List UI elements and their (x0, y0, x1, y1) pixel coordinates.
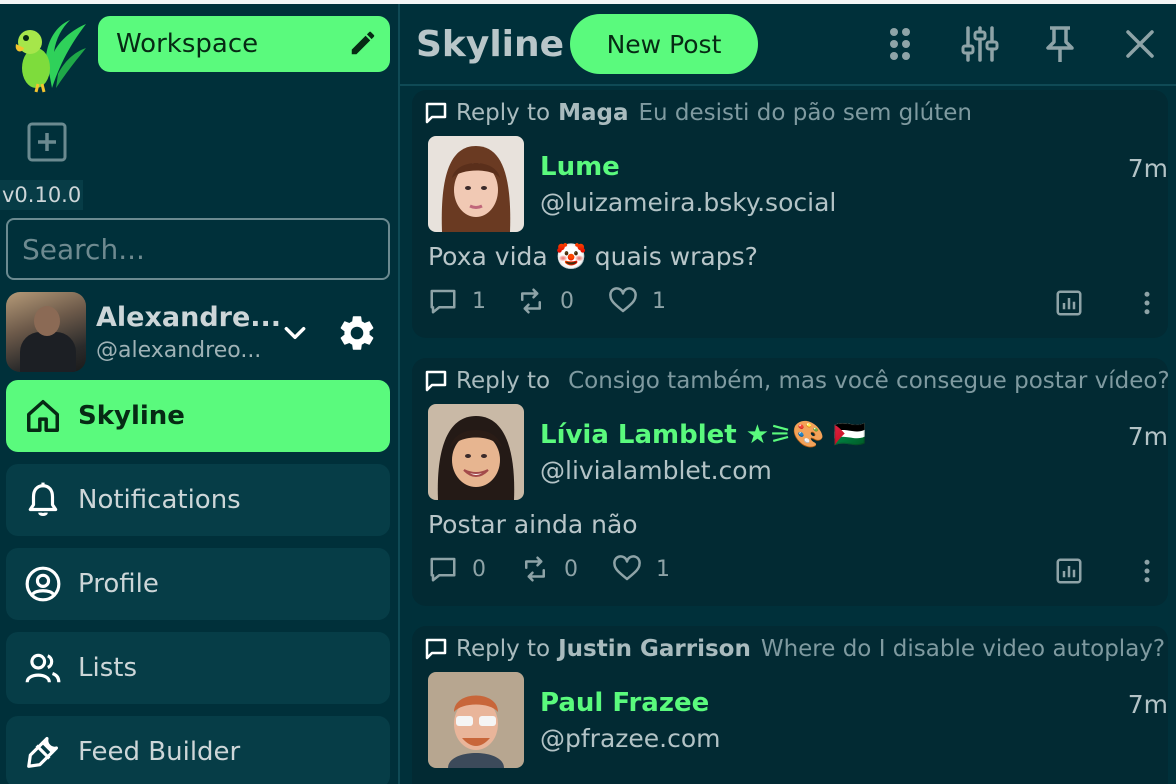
post-author-handle[interactable]: @luizameira.bsky.social (540, 188, 836, 217)
like-button[interactable]: 1 (608, 286, 666, 316)
home-icon (27, 400, 59, 432)
reply-prefix: Reply to (456, 636, 551, 662)
reply-icon (430, 289, 456, 314)
column-header: Skyline New Post (400, 4, 1176, 84)
reply-prefix: Reply to (456, 100, 551, 126)
sidebar-item-label: Lists (78, 653, 137, 683)
post-card[interactable]: Reply to Justin Garrison Where do I disa… (412, 626, 1168, 784)
reply-context[interactable]: Reply to Maga Eu desisti do pão sem glút… (424, 100, 972, 126)
repost-count: 0 (560, 288, 574, 314)
workspace-label: Workspace (116, 29, 259, 59)
sidebar: Workspace v0.10.0 Alexandre... @alexandr… (0, 4, 398, 784)
sidebar-item-label: Notifications (78, 485, 241, 515)
reply-count: 0 (472, 556, 486, 582)
reply-target-name: Maga (558, 100, 629, 126)
post-timestamp: 7m (1127, 690, 1168, 719)
post-author-handle[interactable]: @livialamblet.com (540, 456, 772, 485)
account-handle: @alexandreo... (96, 338, 262, 363)
post-text: Postar ainda não (428, 510, 638, 539)
reply-context[interactable]: Reply to Justin Garrison Where do I disa… (424, 636, 1165, 662)
stats-icon[interactable] (1054, 556, 1084, 586)
bell-icon (28, 482, 58, 517)
like-button[interactable]: 1 (612, 554, 670, 584)
post-actions: 0 0 1 (428, 554, 1168, 590)
users-icon (25, 653, 61, 683)
sidebar-item-label: Skyline (78, 401, 185, 431)
grid-dots-icon[interactable] (880, 24, 920, 64)
skyline-column: Skyline New Post Reply to Maga Eu desist… (400, 4, 1176, 784)
post-author-name[interactable]: Paul Frazee (540, 688, 709, 718)
post-author-name[interactable]: Lívia Lamblet ★⚞🎨 🇵🇸 (540, 420, 866, 450)
reply-bubble-icon (425, 638, 447, 660)
parrot-logo-icon (15, 20, 86, 93)
pin-icon[interactable] (1040, 24, 1080, 64)
reply-context[interactable]: Reply to Consigo também, mas você conseg… (424, 368, 1170, 394)
avatar[interactable] (428, 672, 524, 768)
heart-icon (609, 287, 637, 313)
chevron-down-icon[interactable] (282, 320, 308, 346)
sidebar-item-lists[interactable]: Lists (6, 632, 390, 704)
post-card[interactable]: Reply to Consigo também, mas você conseg… (412, 358, 1170, 606)
user-circle-icon (25, 566, 61, 602)
heart-icon (613, 555, 641, 581)
search-input[interactable] (6, 218, 390, 280)
reply-prefix: Reply to (456, 368, 551, 394)
reply-target-name: Justin Garrison (558, 636, 751, 662)
reply-button[interactable]: 1 (428, 286, 486, 316)
post-timestamp: 7m (1127, 154, 1168, 183)
reply-icon (430, 557, 456, 582)
sidebar-item-feed-builder[interactable]: Feed Builder (6, 716, 390, 784)
workspace-button[interactable]: Workspace (98, 16, 390, 72)
repost-button[interactable]: 0 (520, 554, 578, 584)
like-count: 1 (656, 556, 670, 582)
reply-target-text: Eu desisti do pão sem glúten (638, 100, 972, 126)
post-card[interactable]: Reply to Maga Eu desisti do pão sem glút… (412, 90, 1168, 338)
more-options-icon[interactable] (1132, 288, 1162, 318)
post-actions: 1 0 1 (428, 286, 1168, 322)
more-options-icon[interactable] (1132, 556, 1162, 586)
like-count: 1 (652, 288, 666, 314)
add-column-icon[interactable] (26, 121, 68, 163)
post-timestamp: 7m (1127, 422, 1168, 451)
header-divider (400, 84, 1176, 86)
post-text: Poxa vida 🤡 quais wraps? (428, 242, 758, 271)
sidebar-item-notifications[interactable]: Notifications (6, 464, 390, 536)
reply-button[interactable]: 0 (428, 554, 486, 584)
repost-icon (525, 556, 545, 582)
new-post-button[interactable]: New Post (570, 14, 758, 74)
repost-icon (521, 288, 541, 314)
reply-target-text: Where do I disable video autoplay? (760, 636, 1166, 662)
tools-icon (27, 736, 59, 768)
avatar[interactable] (428, 404, 524, 500)
pencil-icon (351, 31, 375, 55)
repost-button[interactable]: 0 (516, 286, 574, 316)
stats-icon[interactable] (1054, 288, 1084, 318)
sidebar-item-label: Profile (78, 569, 159, 599)
avatar[interactable] (428, 136, 524, 232)
sidebar-item-profile[interactable]: Profile (6, 548, 390, 620)
post-author-name[interactable]: Lume (540, 152, 620, 182)
close-icon[interactable] (1120, 24, 1160, 64)
account-name: Alexandre... (96, 302, 282, 333)
sliders-icon[interactable] (960, 24, 1000, 64)
gear-icon[interactable] (336, 312, 378, 354)
version-label: v0.10.0 (0, 180, 84, 210)
repost-count: 0 (564, 556, 578, 582)
reply-count: 1 (472, 288, 486, 314)
sidebar-item-skyline[interactable]: Skyline (6, 380, 390, 452)
account-switcher[interactable]: Alexandre... @alexandreo... (6, 292, 390, 372)
reply-bubble-icon (425, 370, 447, 392)
post-author-handle[interactable]: @pfrazee.com (540, 724, 721, 753)
reply-bubble-icon (425, 102, 447, 124)
reply-target-text: Consigo também, mas você consegue postar… (568, 368, 1170, 394)
sidebar-item-label: Feed Builder (78, 737, 241, 767)
column-title: Skyline (416, 24, 565, 65)
avatar[interactable] (6, 292, 86, 372)
